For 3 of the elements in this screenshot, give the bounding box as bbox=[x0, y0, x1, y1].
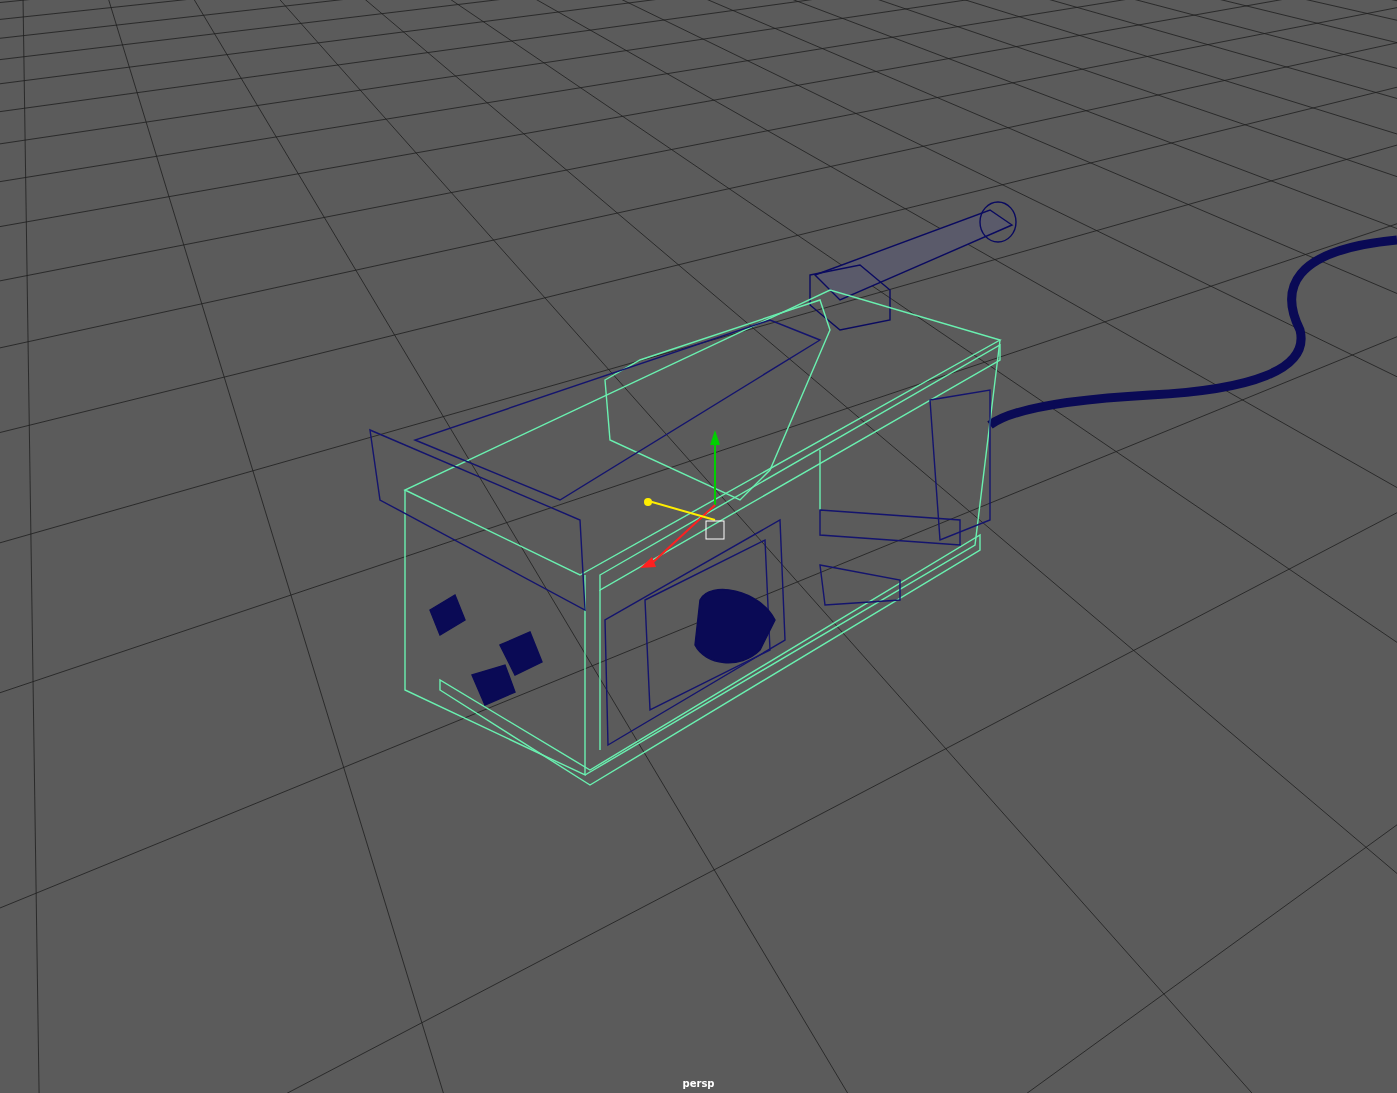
viewport-3d[interactable]: persp bbox=[0, 0, 1397, 1093]
move-gizmo-icon[interactable] bbox=[640, 430, 725, 568]
camera-label: persp bbox=[682, 1078, 715, 1089]
